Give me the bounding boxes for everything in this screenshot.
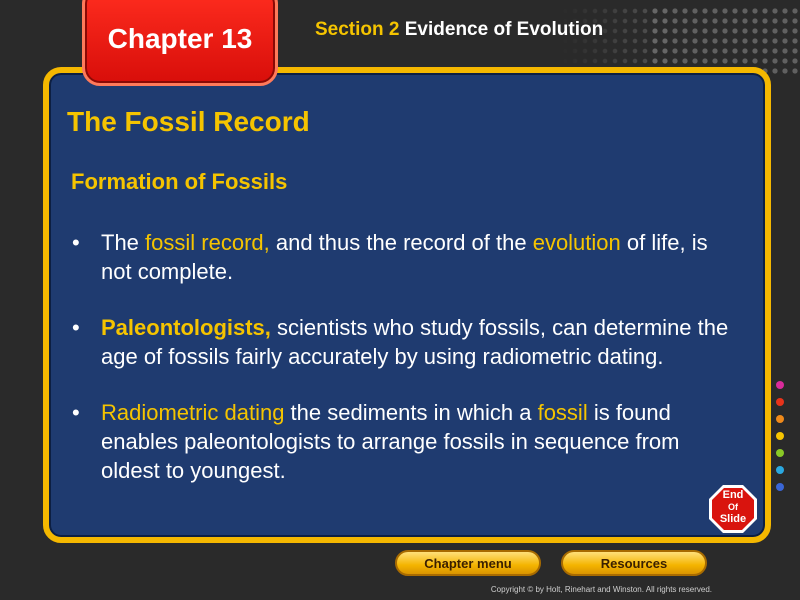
side-color-dots [776,381,786,500]
side-dot [776,483,784,491]
end-slide-text-line3: Slide [719,513,747,525]
slide-subtitle: Formation of Fossils [71,169,288,194]
chapter-tab: Chapter 13 [82,0,278,86]
bullet-item: Radiometric dating the sediments in whic… [72,398,742,485]
end-slide-text-line1: End [722,489,744,501]
end-slide-text-line2: Of [728,502,738,512]
bullet-text-segment: and thus the record of the [269,230,533,255]
side-dot [776,432,784,440]
bullet-text-segment: fossil [537,400,588,425]
side-dot [776,381,784,389]
bullet-text-segment: The [101,230,146,255]
side-dot [776,398,784,406]
bullet-text-segment: Radiometric dating [101,400,285,425]
bullet-text-segment: fossil record, [145,230,270,255]
bullet-item: The fossil record, and thus the record o… [72,228,742,286]
section-number: Section 2 [315,19,400,40]
side-dot [776,466,784,474]
section-title: Section 2 Evidence of Evolution [315,19,603,41]
section-name: Evidence of Evolution [399,19,604,40]
bullet-item: Paleontologists, scientists who study fo… [72,313,742,371]
side-dot [776,415,784,423]
copyright-notice: Copyright © by Holt, Rinehart and Winsto… [490,585,712,594]
chapter-label: Chapter 13 [107,23,253,54]
resources-button[interactable]: Resources [561,550,707,576]
decorative-dot-grid [650,6,800,74]
slide-title: The Fossil Record [67,106,310,137]
side-dot [776,449,784,457]
bullet-text-segment: evolution [532,230,621,255]
bullet-list: The fossil record, and thus the record o… [72,228,742,512]
chapter-menu-button[interactable]: Chapter menu [395,550,541,576]
bullet-text-segment: Paleontologists, [101,315,271,340]
end-of-slide-button[interactable]: End Of Slide [707,483,759,535]
bullet-text-segment: the sediments in which a [284,400,538,425]
